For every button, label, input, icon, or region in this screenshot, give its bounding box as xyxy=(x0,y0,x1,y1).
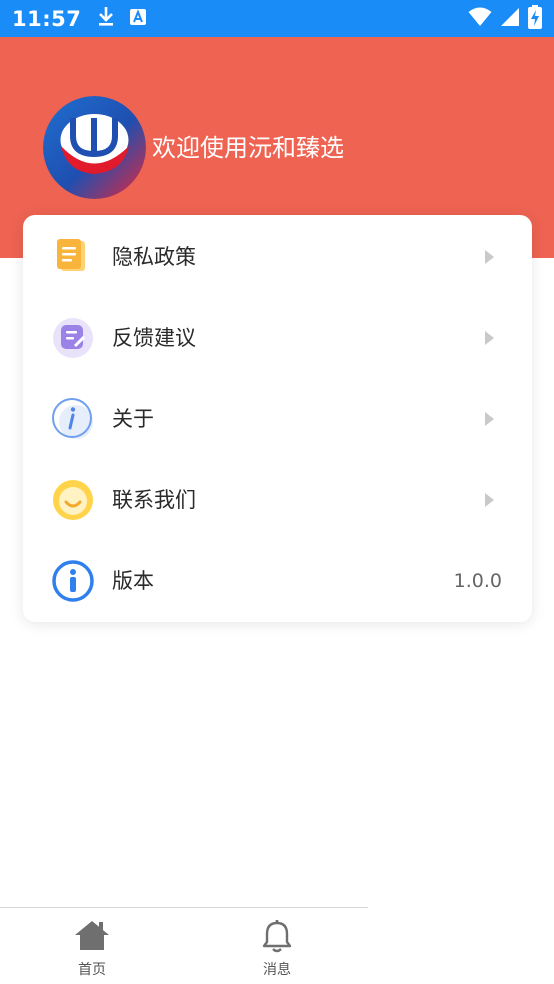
home-icon xyxy=(73,919,111,953)
chevron-right-icon xyxy=(485,249,494,264)
welcome-text: 欢迎使用沅和臻选 xyxy=(152,134,344,162)
menu-item-label: 版本 xyxy=(112,568,154,593)
avatar[interactable] xyxy=(43,96,146,199)
settings-menu-card: 隐私政策 反馈建议 关于 联系我们 版本 1.0.0 xyxy=(23,215,532,622)
status-bar: 11:57 xyxy=(0,0,554,37)
menu-item-label: 隐私政策 xyxy=(112,244,196,269)
bottom-navigation: 首页 消息 xyxy=(0,907,554,984)
signal-icon xyxy=(500,7,520,31)
tab-home-label: 首页 xyxy=(78,962,106,978)
menu-item-privacy-policy[interactable]: 隐私政策 xyxy=(23,216,532,297)
wifi-icon xyxy=(468,7,492,31)
battery-charging-icon xyxy=(528,4,542,33)
tab-messages[interactable]: 消息 xyxy=(217,907,337,984)
menu-item-label: 反馈建议 xyxy=(112,325,196,350)
chevron-right-icon xyxy=(485,411,494,426)
status-time: 11:57 xyxy=(12,6,82,31)
chevron-right-icon xyxy=(485,330,494,345)
menu-item-contact-us[interactable]: 联系我们 xyxy=(23,459,532,540)
chevron-right-icon xyxy=(485,492,494,507)
menu-item-label: 关于 xyxy=(112,406,154,431)
download-icon xyxy=(97,6,115,32)
menu-item-feedback[interactable]: 反馈建议 xyxy=(23,297,532,378)
tab-messages-label: 消息 xyxy=(263,962,291,978)
menu-item-version[interactable]: 版本 1.0.0 xyxy=(23,540,532,621)
info-filled-icon xyxy=(51,559,95,603)
chat-smile-icon xyxy=(51,478,95,522)
tab-home[interactable]: 首页 xyxy=(32,907,152,984)
document-icon xyxy=(51,235,95,279)
feedback-icon xyxy=(51,316,95,360)
menu-item-label: 联系我们 xyxy=(112,487,196,512)
app-notification-icon xyxy=(129,8,147,30)
menu-item-about[interactable]: 关于 xyxy=(23,378,532,459)
version-value: 1.0.0 xyxy=(453,569,502,592)
info-outline-icon xyxy=(51,397,95,441)
bell-icon xyxy=(258,919,296,953)
